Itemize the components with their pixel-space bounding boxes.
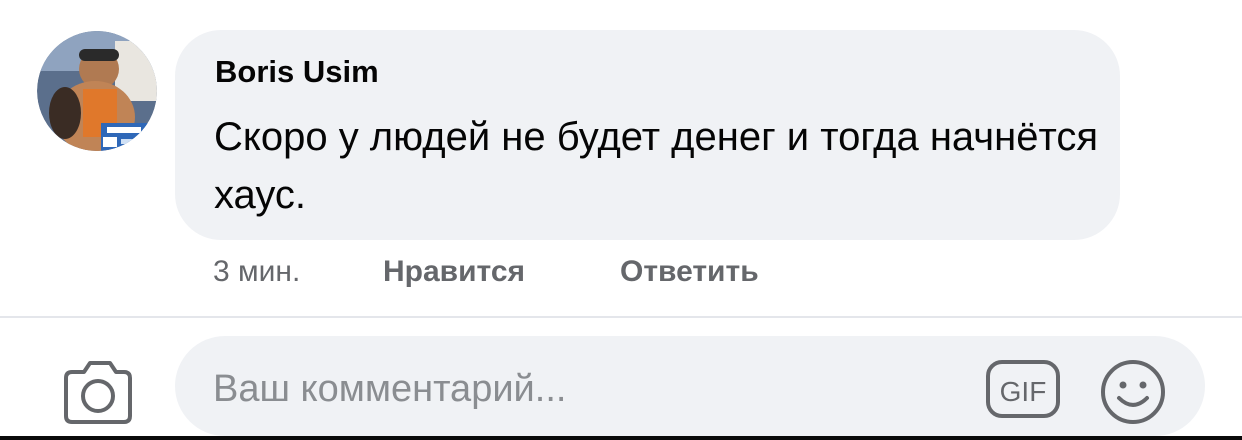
composer-divider [0, 316, 1242, 318]
author-name[interactable]: Boris Usim [215, 54, 379, 90]
author-avatar[interactable] [37, 31, 157, 151]
like-button[interactable]: Нравится [383, 252, 525, 292]
reply-button[interactable]: Ответить [620, 252, 759, 292]
bottom-edge [0, 436, 1242, 440]
comment-screen: Boris Usim Скоро у людей не будет денег … [0, 0, 1242, 440]
comment-input-placeholder: Ваш комментарий... [213, 368, 567, 410]
avatar-photo [37, 31, 157, 151]
gif-icon[interactable]: GIF [985, 359, 1061, 419]
comment-text: Скоро у людей не будет денег и тогда нач… [214, 115, 1099, 217]
svg-text:GIF: GIF [1000, 376, 1047, 407]
comment-timestamp: 3 мин. [213, 255, 301, 288]
smiley-icon[interactable] [1099, 358, 1167, 426]
camera-icon[interactable] [60, 358, 134, 428]
